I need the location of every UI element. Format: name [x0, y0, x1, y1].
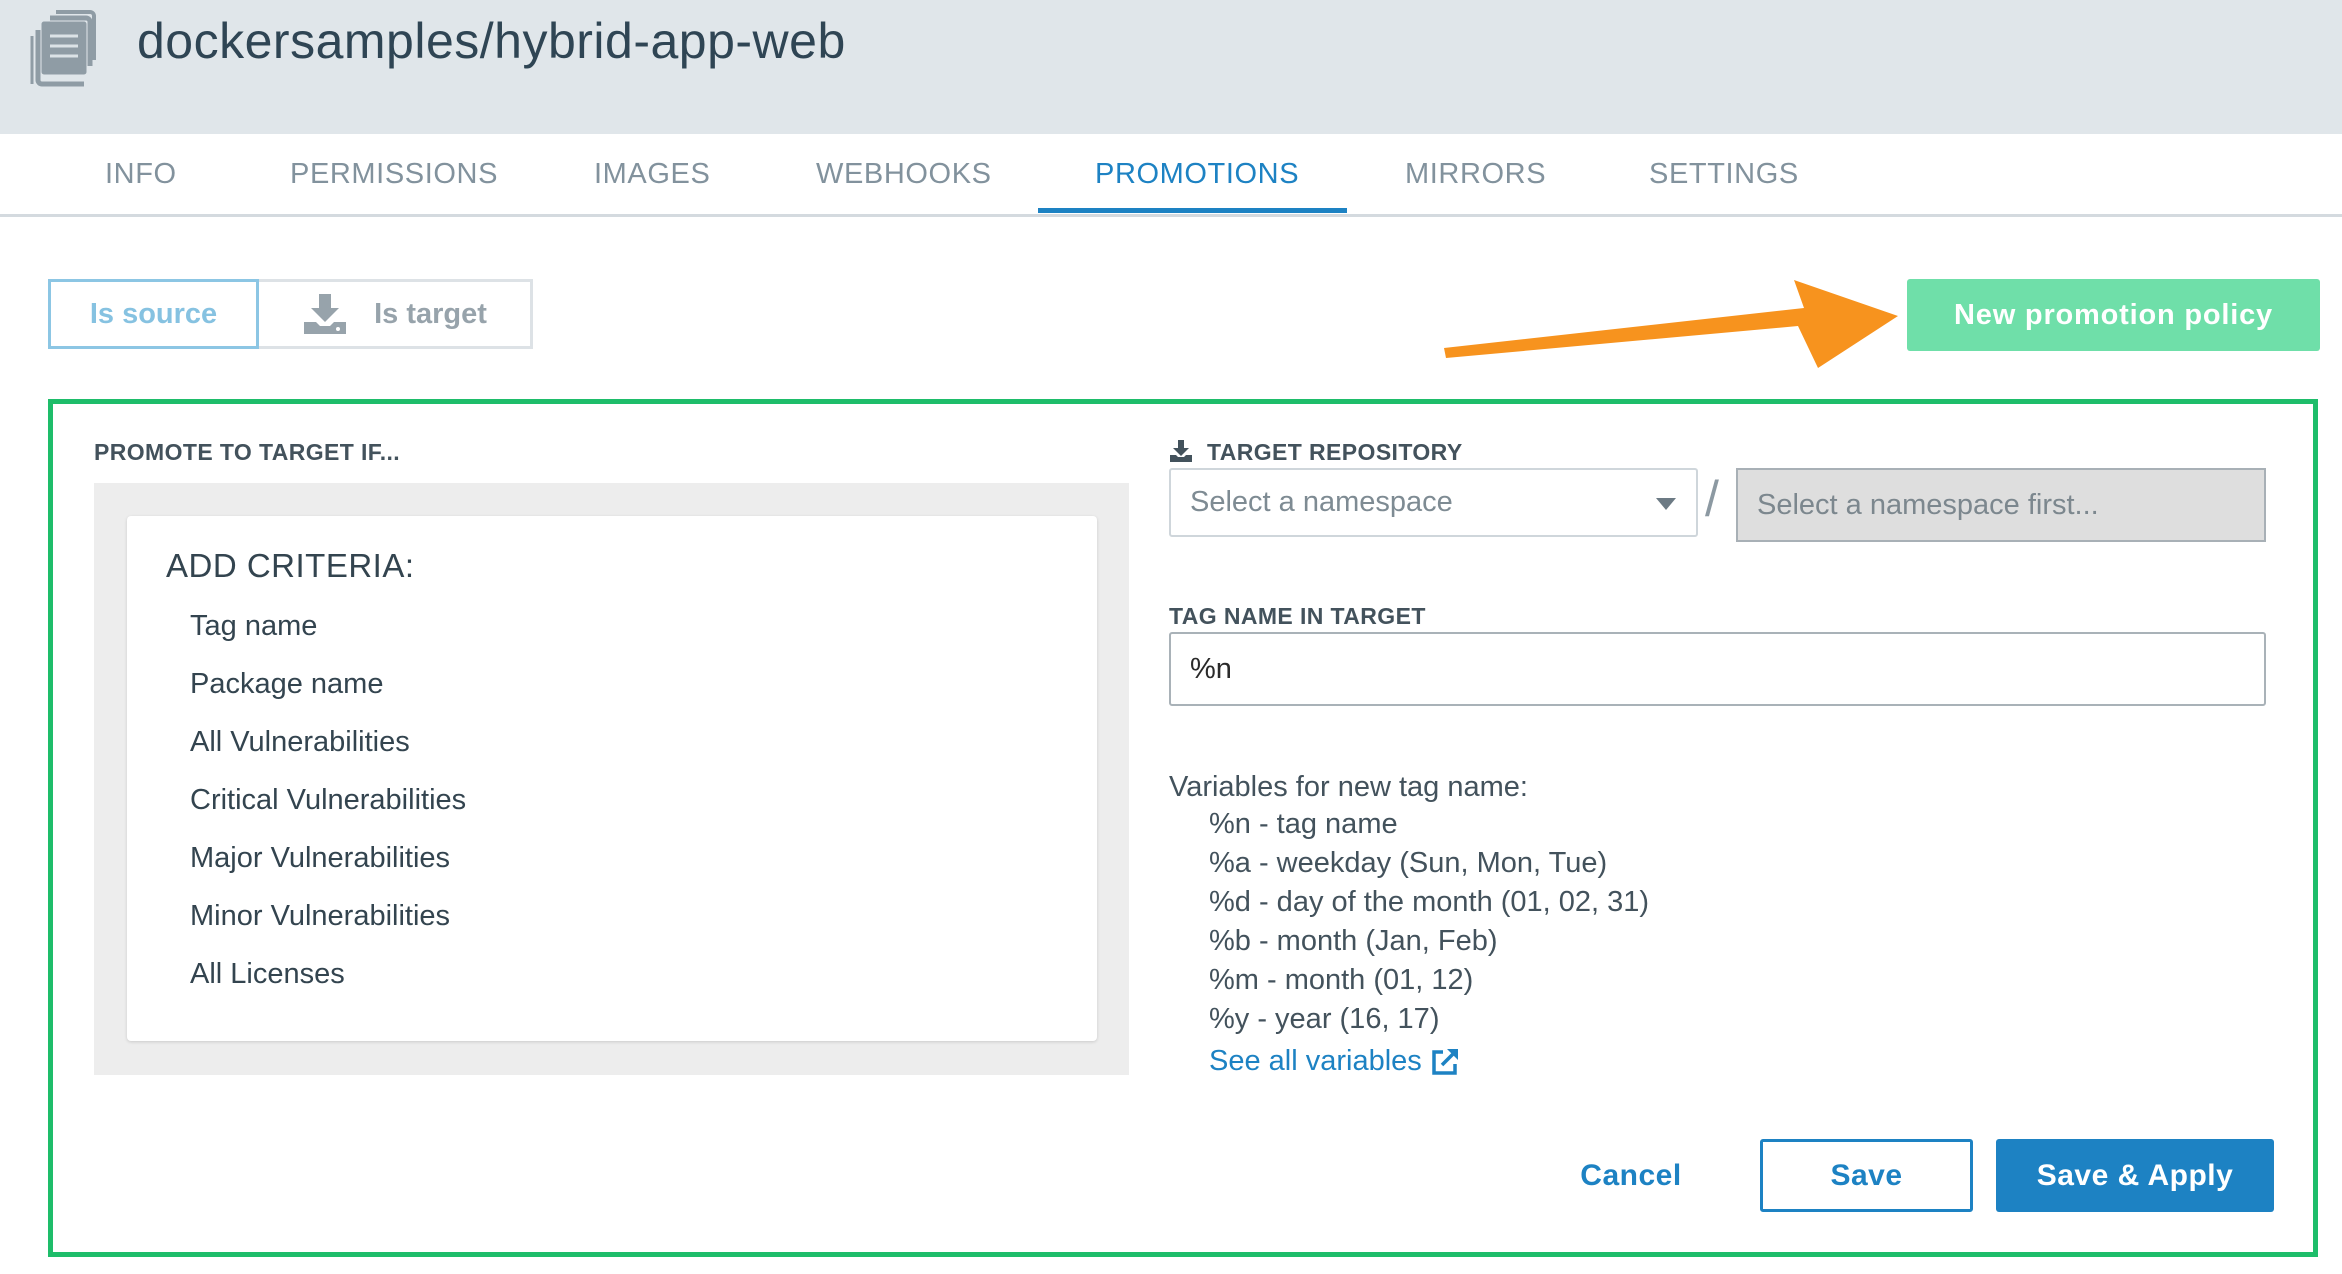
- tab-webhooks[interactable]: WEBHOOKS: [816, 134, 992, 214]
- download-icon: [304, 294, 347, 334]
- save-button[interactable]: Save: [1760, 1139, 1973, 1212]
- repo-header: dockersamples/hybrid-app-web: [0, 0, 2342, 134]
- tab-bar: INFO PERMISSIONS IMAGES WEBHOOKS PROMOTI…: [0, 134, 2342, 217]
- tag-name-label: TAG NAME IN TARGET: [1169, 603, 1426, 629]
- annotation-arrow: [1444, 280, 1898, 368]
- see-all-variables-link[interactable]: See all variables: [1209, 1045, 1460, 1078]
- is-source-label: Is source: [89, 297, 218, 330]
- repository-stack-icon: [30, 10, 96, 87]
- see-all-variables-label: See all variables: [1209, 1045, 1422, 1077]
- namespace-select[interactable]: Select a namespace: [1169, 468, 1698, 537]
- repository-input: Select a namespace first...: [1736, 468, 2266, 542]
- add-criteria-title: ADD CRITERIA:: [166, 547, 415, 584]
- tag-name-input[interactable]: %n: [1169, 632, 2266, 706]
- target-repository-label: TARGET REPOSITORY: [1207, 439, 1463, 465]
- criteria-all-licenses[interactable]: All Licenses: [190, 958, 345, 991]
- criteria-tag-name[interactable]: Tag name: [190, 610, 317, 643]
- is-target-label: Is target: [374, 297, 487, 330]
- new-promotion-policy-button[interactable]: New promotion policy: [1907, 279, 2320, 351]
- criteria-section-label: PROMOTE TO TARGET IF...: [94, 439, 401, 465]
- criteria-package-name[interactable]: Package name: [190, 668, 383, 701]
- external-link-icon: [1432, 1048, 1458, 1075]
- namespace-placeholder: Select a namespace: [1190, 486, 1453, 518]
- variable-line: %b - month (Jan, Feb): [1209, 925, 1498, 957]
- variable-line: %m - month (01, 12): [1209, 964, 1474, 996]
- tab-images[interactable]: IMAGES: [594, 134, 710, 214]
- variable-line: %a - weekday (Sun, Mon, Tue): [1209, 847, 1608, 879]
- target-repo-download-icon: [1170, 440, 1192, 462]
- page-title: dockersamples/hybrid-app-web: [137, 13, 846, 69]
- criteria-major-vulnerabilities[interactable]: Major Vulnerabilities: [190, 842, 450, 875]
- criteria-minor-vulnerabilities[interactable]: Minor Vulnerabilities: [190, 900, 450, 933]
- cancel-button[interactable]: Cancel: [1563, 1140, 1699, 1212]
- criteria-critical-vulnerabilities[interactable]: Critical Vulnerabilities: [190, 784, 466, 817]
- tab-promotions[interactable]: PROMOTIONS: [1095, 134, 1299, 214]
- variables-title: Variables for new tag name:: [1169, 771, 1528, 803]
- is-target-button[interactable]: Is target: [259, 279, 533, 349]
- variable-line: %y - year (16, 17): [1209, 1003, 1440, 1035]
- variable-line: %n - tag name: [1209, 808, 1398, 840]
- tab-mirrors[interactable]: MIRRORS: [1405, 134, 1546, 214]
- tab-permissions[interactable]: PERMISSIONS: [290, 134, 498, 214]
- save-and-apply-button[interactable]: Save & Apply: [1996, 1139, 2274, 1212]
- namespace-separator: /: [1705, 471, 1719, 527]
- tab-info[interactable]: INFO: [105, 134, 177, 214]
- criteria-all-vulnerabilities[interactable]: All Vulnerabilities: [190, 726, 410, 759]
- variable-line: %d - day of the month (01, 02, 31): [1209, 886, 1650, 918]
- is-source-button[interactable]: Is source: [48, 279, 259, 349]
- chevron-down-icon: [1656, 498, 1676, 510]
- tab-settings[interactable]: SETTINGS: [1649, 134, 1799, 214]
- active-tab-indicator: [1038, 208, 1347, 213]
